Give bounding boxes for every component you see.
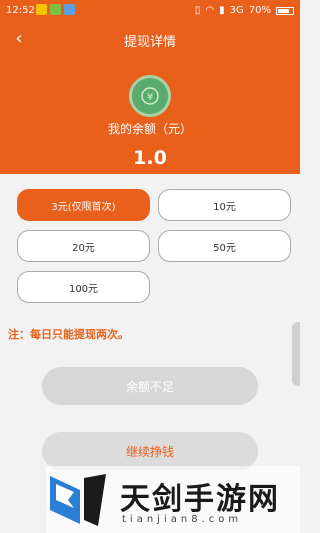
battery-icon xyxy=(276,6,294,15)
vibrate-icon: ▯ xyxy=(194,5,201,16)
status-time: 12:52 xyxy=(6,5,35,16)
amount-option-100[interactable]: 100元 xyxy=(17,271,150,303)
withdraw-note: 注：每日只能提现两次。 xyxy=(8,328,129,341)
network-type: 3G xyxy=(229,5,244,16)
status-right: ▯ ◠ ▮ 3G 70% xyxy=(195,5,294,16)
amount-option-3[interactable]: 3元(仅限首次) xyxy=(17,189,150,221)
watermark-url: tianjian8.com xyxy=(122,514,243,525)
watermark: 天剑手游网 tianjian8.com xyxy=(46,466,300,533)
amount-option-20[interactable]: 20元 xyxy=(17,230,150,262)
photo-notification-icon xyxy=(64,4,75,15)
notification-icons xyxy=(36,4,75,15)
balance-label: 我的余额（元） xyxy=(107,122,192,136)
side-drawer-handle[interactable] xyxy=(292,322,300,386)
wallet-icon: ¥ xyxy=(129,75,171,117)
battery-percent: 70% xyxy=(248,5,271,16)
wifi-icon: ◠ xyxy=(205,5,215,16)
continue-earning-button[interactable]: 继续挣钱 xyxy=(42,432,258,470)
watermark-title: 天剑手游网 xyxy=(120,482,280,517)
page-title: 提现详情 xyxy=(123,35,176,50)
svg-text:¥: ¥ xyxy=(147,92,153,103)
status-bar: 12:52 ▯ ◠ ▮ 3G 70% xyxy=(0,0,300,22)
balance-header: ‹ 提现详情 ¥ 我的余额（元） 1.0 xyxy=(0,22,300,174)
watermark-logo-icon xyxy=(50,474,106,526)
balance-value: 1.0 xyxy=(133,147,167,169)
shield-notification-icon xyxy=(50,4,61,15)
app-notification-icon xyxy=(36,4,47,15)
signal-icon: ▮ xyxy=(219,5,225,16)
amount-option-50[interactable]: 50元 xyxy=(158,230,291,262)
amount-option-10[interactable]: 10元 xyxy=(158,189,291,221)
insufficient-balance-button[interactable]: 余额不足 xyxy=(42,367,258,405)
